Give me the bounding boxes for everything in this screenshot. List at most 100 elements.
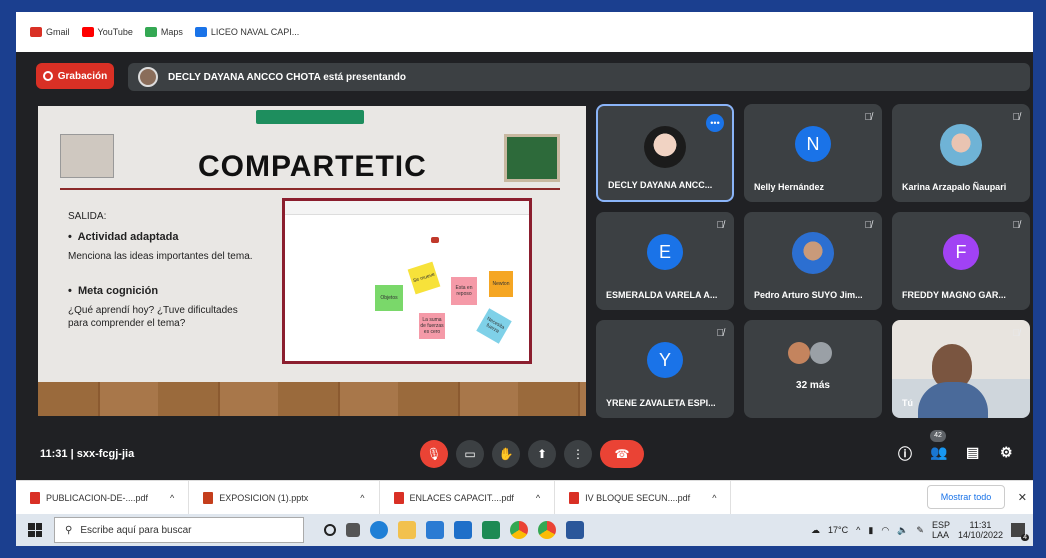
more-vert-icon: ⋮	[572, 447, 584, 461]
end-call-button[interactable]: ☎	[600, 440, 644, 468]
people-icon: 👥	[930, 444, 948, 460]
pen-icon[interactable]: ✎	[916, 525, 924, 536]
mic-off-icon: 🎙̸	[1012, 112, 1021, 123]
slide-body: SALIDA: • Actividad adaptada Menciona la…	[68, 210, 258, 330]
wifi-icon[interactable]: ◠	[881, 525, 889, 536]
participant-count-badge: 42	[930, 430, 946, 442]
download-item[interactable]: IV BLOQUE SECUN....pdf ^	[555, 481, 732, 514]
bookmark-liceo[interactable]: LICEO NAVAL CAPI...	[194, 27, 299, 37]
volume-icon[interactable]: 🔈	[897, 525, 908, 536]
gmail-icon	[30, 27, 42, 37]
language-indicator[interactable]: ESP LAA	[932, 520, 950, 540]
more-options-button[interactable]: ⋮	[564, 440, 592, 468]
download-item[interactable]: EXPOSICION (1).pptx ^	[189, 481, 380, 514]
windows-start-icon[interactable]	[28, 523, 42, 537]
slide-title: COMPARTETIC	[198, 150, 427, 183]
chevron-up-icon[interactable]: ^	[856, 525, 860, 535]
classroom-icon	[194, 27, 207, 37]
present-icon: ⬆	[536, 447, 548, 461]
participant-photo	[644, 126, 686, 168]
classroom-icon[interactable]	[482, 521, 500, 539]
participant-name: Nelly Hernández	[754, 182, 825, 192]
participant-name: ESMERALDA VARELA A...	[606, 290, 718, 300]
participant-name: DECLY DAYANA ANCC...	[608, 180, 713, 190]
weather-icon: ☁	[811, 524, 821, 535]
bookmarks-bar: Gmail YouTube Maps LICEO NAVAL CAPI...	[16, 12, 1033, 52]
camera-toggle-button[interactable]: ▭	[456, 440, 484, 468]
avatar: Y	[647, 342, 683, 378]
participant-tile[interactable]: 🎙̸ Karina Arzapalo Ñaupari	[892, 104, 1030, 202]
participant-tile[interactable]: 🎙̸ Y YRENE ZAVALETA ESPI...	[596, 320, 734, 418]
store-icon[interactable]	[426, 521, 444, 539]
participant-tile[interactable]: 🎙̸ E ESMERALDA VARELA A...	[596, 212, 734, 310]
participant-tile[interactable]: 🎙̸ F FREDDY MAGNO GAR...	[892, 212, 1030, 310]
people-button[interactable]: 👥	[930, 444, 947, 461]
search-icon: ⚲	[65, 524, 73, 536]
word-icon[interactable]	[566, 521, 584, 539]
maps-icon	[144, 27, 157, 37]
more-options-icon[interactable]: •••	[706, 114, 724, 132]
taskbar-search[interactable]: ⚲ Escribe aquí para buscar	[54, 517, 304, 543]
file-explorer-icon[interactable]	[398, 521, 416, 539]
participant-name: Tú	[902, 398, 913, 408]
hand-icon: ✋	[498, 447, 514, 461]
self-video-tile[interactable]: 🎙̸ Tú	[892, 320, 1030, 418]
chrome-icon[interactable]	[510, 521, 528, 539]
avatar: F	[943, 234, 979, 270]
bookmark-youtube[interactable]: YouTube	[81, 27, 133, 37]
task-view-icon[interactable]	[346, 523, 360, 537]
mic-toggle-button[interactable]: 🎙	[420, 440, 448, 468]
sticky-note: Newton	[489, 271, 513, 297]
avatar: E	[647, 234, 683, 270]
activities-button[interactable]: ⚙	[1000, 444, 1013, 461]
sticky-note: La suma de fuerzas es cero	[419, 313, 445, 339]
recording-badge[interactable]: Grabación	[36, 63, 114, 89]
bookmark-gmail[interactable]: Gmail	[30, 27, 70, 37]
notifications-icon[interactable]: 4	[1011, 523, 1029, 541]
cortana-icon[interactable]	[324, 524, 336, 536]
hang-up-icon: ☎	[614, 447, 630, 461]
raise-hand-button[interactable]: ✋	[492, 440, 520, 468]
meeting-info: 11:31 | sxx-fcgj-jia	[40, 448, 135, 460]
edge-icon[interactable]	[370, 521, 388, 539]
chat-button[interactable]: ▤	[966, 444, 979, 461]
download-item[interactable]: ENLACES CAPACIT....pdf ^	[380, 481, 556, 514]
show-all-downloads-button[interactable]: Mostrar todo	[927, 485, 1005, 509]
mail-icon[interactable]	[454, 521, 472, 539]
bookmark-maps[interactable]: Maps	[144, 27, 183, 37]
school-logo-left	[60, 134, 114, 178]
info-button[interactable]: ⓘ	[898, 444, 912, 464]
chevron-up-icon[interactable]: ^	[170, 493, 174, 503]
chrome-icon[interactable]	[538, 521, 556, 539]
clock[interactable]: 11:31 14/10/2022	[958, 520, 1003, 540]
title-underline	[60, 188, 560, 190]
mic-off-icon: 🎙̸	[864, 220, 873, 231]
pdf-icon	[569, 491, 580, 504]
download-item[interactable]: PUBLICACION-DE-....pdf ^	[16, 481, 190, 514]
close-icon[interactable]: ✕	[1018, 491, 1027, 504]
jamboard-screenshot: Objetos Se mueve Esta en reposo Newton L…	[282, 198, 532, 364]
chevron-up-icon[interactable]: ^	[536, 493, 540, 503]
presenter-avatar	[138, 67, 158, 87]
battery-icon[interactable]: ▮	[868, 525, 873, 536]
meta-text: ¿Qué aprendí hoy? ¿Tuve dificultades par…	[68, 305, 238, 329]
mic-off-icon: 🎙̸	[864, 112, 873, 123]
mic-off-icon: 🎙̸	[1012, 220, 1021, 231]
activity-text: Menciona las ideas importantes del tema.	[68, 251, 253, 262]
temperature[interactable]: 17°C	[828, 525, 848, 535]
more-participants-tile[interactable]: 32 más	[744, 320, 882, 418]
participant-tile[interactable]: ••• DECLY DAYANA ANCC...	[596, 104, 734, 202]
participant-tile[interactable]: 🎙̸ Pedro Arturo SUYO Jim...	[744, 212, 882, 310]
participant-name: YRENE ZAVALETA ESPI...	[606, 398, 716, 408]
chevron-up-icon[interactable]: ^	[712, 493, 716, 503]
participant-name: Pedro Arturo SUYO Jim...	[754, 290, 863, 300]
participant-tile[interactable]: 🎙̸ N Nelly Hernández	[744, 104, 882, 202]
record-icon	[42, 71, 53, 81]
youtube-icon	[81, 27, 94, 37]
meta-heading: • Meta cognición	[68, 285, 159, 297]
sharing-chip	[256, 110, 364, 124]
activities-icon: ⚙	[1000, 444, 1013, 460]
present-button[interactable]: ⬆	[528, 440, 556, 468]
self-video-body	[918, 382, 988, 418]
chevron-up-icon[interactable]: ^	[360, 493, 364, 503]
